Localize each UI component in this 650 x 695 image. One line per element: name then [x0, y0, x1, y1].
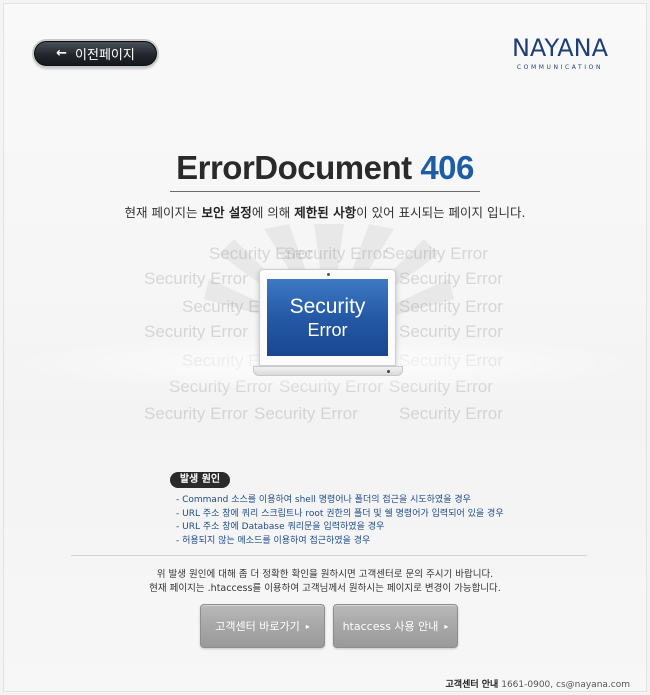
nayana-logo[interactable]: NAYANA COMMUNICATION — [496, 34, 624, 71]
desc-text-1: 현재 페이지는 — [124, 205, 202, 220]
page-title: ErrorDocument 406 — [4, 149, 646, 192]
footer-label: 고객센터 안내 — [445, 680, 499, 690]
error-title: ErrorDocument 406 — [170, 149, 480, 192]
logo-brand: NAYANA — [511, 34, 609, 62]
power-led — [387, 370, 390, 373]
bg-word: Security Error — [144, 269, 248, 288]
cause-item: - URL 주소 창에 Database 쿼리문을 입력하였을 경우 — [176, 522, 385, 532]
cause-list: - Command 소스를 이용하여 shell 명령어나 폴더의 접근을 시도… — [176, 494, 504, 548]
notice-line-2: 현재 페이지는 .htaccess를 이용하여 고객님께서 원하시는 페이지로 … — [149, 583, 501, 594]
desc-bold-1: 보안 설정 — [201, 205, 252, 220]
cause-item: - Command 소스를 이용하여 shell 명령어나 폴더의 접근을 시도… — [176, 495, 471, 505]
footer-contact-info: 1661-0900, cs@nayana.com — [501, 680, 630, 690]
bg-word: Security Error — [399, 269, 503, 288]
bg-word: Security Error — [144, 404, 248, 423]
divider — [71, 555, 587, 556]
desc-bold-2: 제한된 사항 — [294, 205, 357, 220]
error-page: ← 이전페이지 NAYANA COMMUNICATION ErrorDocume… — [3, 3, 647, 692]
screen-text-line1: Security — [289, 294, 366, 318]
bg-word: Security Error — [284, 244, 388, 263]
chevron-right-icon: ▸ — [305, 621, 310, 631]
camera-dot — [327, 273, 330, 276]
htaccess-guide-button[interactable]: htaccess 사용 안내 ▸ — [333, 604, 458, 648]
back-button[interactable]: ← 이전페이지 — [34, 41, 157, 66]
error-code: 406 — [420, 149, 474, 186]
cause-badge: 발생 원인 — [170, 472, 230, 488]
logo-subtitle: COMMUNICATION — [516, 64, 604, 71]
bg-word: Security Error — [254, 404, 358, 423]
bg-word: Security Error — [399, 404, 503, 423]
arrow-left-icon: ← — [56, 46, 68, 61]
security-error-display: Security Error — [267, 279, 388, 356]
notice-text: 위 발생 원인에 대해 좀 더 정확한 확인을 원하시면 고객센터로 문의 주시… — [4, 568, 646, 596]
laptop-screen: Security Error — [259, 269, 396, 366]
footer-contact: 고객센터 안내 1661-0900, cs@nayana.com — [446, 677, 630, 690]
cause-item: - 허용되지 않는 메소드를 이용하여 접근하였을 경우 — [176, 535, 371, 546]
bg-word: Security Error — [384, 244, 488, 263]
support-center-button[interactable]: 고객센터 바로가기 ▸ — [200, 604, 325, 648]
bg-word: Security Error — [399, 297, 503, 316]
back-button-label: 이전페이지 — [75, 48, 135, 63]
chevron-right-icon: ▸ — [444, 621, 449, 631]
laptop-base — [253, 366, 403, 376]
htaccess-guide-label: htaccess 사용 안내 — [342, 620, 439, 633]
title-main: ErrorDocument — [176, 149, 412, 186]
error-description: 현재 페이지는 보안 설정에 의해 제한된 사항이 있어 표시되는 페이지 입니… — [4, 202, 646, 221]
notice-line-1: 위 발생 원인에 대해 좀 더 정확한 확인을 원하시면 고객센터로 문의 주시… — [156, 569, 494, 580]
desc-text-3: 이 있어 표시되는 페이지 입니다. — [356, 205, 526, 220]
screen-text-line2: Error — [307, 319, 348, 340]
cause-item: - URL 주소 창에 쿼리 스크립트나 root 권한의 폴더 및 쉘 명령어… — [176, 508, 504, 519]
support-center-label: 고객센터 바로가기 — [215, 620, 300, 633]
desc-text-2: 에 의해 — [251, 205, 295, 220]
